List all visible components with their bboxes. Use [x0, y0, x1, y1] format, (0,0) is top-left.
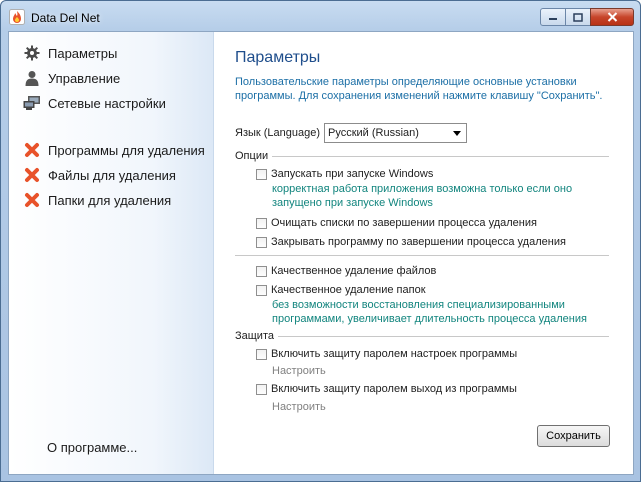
sidebar-item-label: Параметры [48, 45, 118, 61]
caption-buttons [540, 8, 634, 26]
options-group-label: Опции [235, 150, 273, 162]
client-area: Параметры Управление Сетевые настройки П… [8, 31, 634, 475]
about-link[interactable]: О программе... [47, 440, 137, 455]
user-icon [22, 69, 42, 87]
options-separator [235, 255, 609, 256]
sidebar-item-folders-to-delete[interactable]: Папки для удаления [22, 190, 171, 210]
minimize-icon [549, 18, 557, 20]
language-label: Язык (Language) [235, 127, 321, 139]
sidebar-item-network[interactable]: Сетевые настройки [22, 93, 166, 113]
protection-divider [235, 336, 609, 337]
option-password-exit[interactable]: Включить защиту паролем выход из програм… [256, 383, 517, 395]
close-icon [607, 12, 617, 22]
checkbox[interactable] [256, 383, 267, 395]
minimize-button[interactable] [540, 8, 566, 26]
delete-x-icon [22, 141, 42, 159]
configure-link-settings[interactable]: Настроить [272, 365, 326, 377]
option-label: Включить защиту паролем выход из програм… [271, 383, 517, 395]
option-secure-delete-files[interactable]: Качественное удаление файлов [256, 265, 436, 277]
option-close-program[interactable]: Закрывать программу по завершении процес… [256, 236, 566, 248]
sidebar-item-label: Программы для удаления [48, 142, 205, 158]
language-select[interactable]: Русский (Russian) [324, 123, 467, 143]
checkbox[interactable] [256, 348, 267, 360]
sidebar-item-programs-to-delete[interactable]: Программы для удаления [22, 140, 205, 160]
option-label: Запускать при запуске Windows [271, 168, 434, 180]
checkbox[interactable] [256, 284, 267, 296]
sidebar-item-settings[interactable]: Параметры [22, 43, 117, 63]
checkbox[interactable] [256, 265, 267, 277]
option-label: Закрывать программу по завершении процес… [271, 236, 566, 248]
sidebar-item-label: Файлы для удаления [48, 167, 176, 183]
close-button[interactable] [590, 8, 634, 26]
protection-group-label: Защита [235, 330, 278, 342]
app-window: Data Del Net Параметры Управление Сетевы… [0, 0, 641, 482]
sidebar-item-files-to-delete[interactable]: Файлы для удаления [22, 165, 176, 185]
sidebar: Параметры Управление Сетевые настройки П… [9, 32, 214, 474]
window-title: Data Del Net [31, 11, 100, 25]
sidebar-item-label: Папки для удаления [48, 192, 172, 208]
option-clear-lists[interactable]: Очищать списки по завершении процесса уд… [256, 217, 537, 229]
maximize-button[interactable] [565, 8, 591, 26]
checkbox[interactable] [256, 236, 267, 248]
configure-link-exit[interactable]: Настроить [272, 401, 326, 413]
settings-panel: Параметры Пользовательские параметры опр… [214, 32, 633, 474]
checkbox[interactable] [256, 217, 267, 229]
option-note: корректная работа приложения возможна то… [272, 183, 573, 209]
page-title: Параметры [235, 49, 321, 66]
language-select-value: Русский (Russian) [328, 127, 419, 139]
option-start-with-windows[interactable]: Запускать при запуске Windows [256, 168, 433, 180]
sidebar-item-label: Сетевые настройки [48, 95, 166, 111]
app-logo-icon [9, 9, 25, 25]
options-divider [235, 156, 609, 157]
page-description: Пользовательские параметры определяющие … [235, 76, 603, 102]
save-button[interactable]: Сохранить [537, 425, 610, 447]
option-note: без возможности восстановления специализ… [272, 299, 587, 325]
option-label: Качественное удаление файлов [271, 265, 437, 277]
title-bar[interactable]: Data Del Net [1, 1, 640, 31]
gear-icon [22, 44, 42, 62]
sidebar-item-label: Управление [48, 70, 121, 86]
network-icon [22, 94, 42, 112]
option-label: Качественное удаление папок [271, 284, 426, 296]
maximize-icon [573, 12, 583, 22]
option-label: Включить защиту паролем настроек програм… [271, 348, 518, 360]
delete-x-icon [22, 166, 42, 184]
option-label: Очищать списки по завершении процесса уд… [271, 217, 537, 229]
option-password-settings[interactable]: Включить защиту паролем настроек програм… [256, 348, 517, 360]
chevron-down-icon [453, 131, 461, 136]
sidebar-item-management[interactable]: Управление [22, 68, 120, 88]
option-secure-delete-folders[interactable]: Качественное удаление папок [256, 284, 426, 296]
delete-x-icon [22, 191, 42, 209]
checkbox[interactable] [256, 168, 267, 180]
